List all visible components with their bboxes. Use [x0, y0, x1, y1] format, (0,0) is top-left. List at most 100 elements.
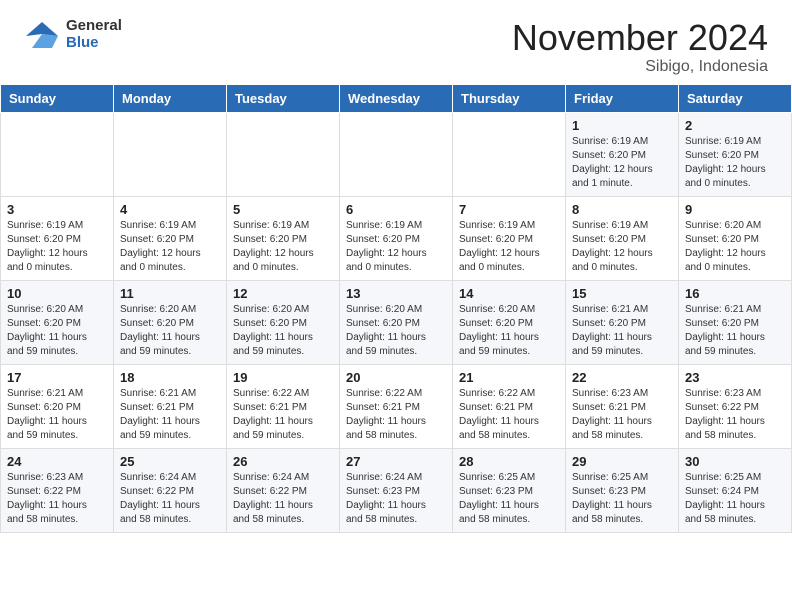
calendar-cell: 1 Sunrise: 6:19 AM Sunset: 6:20 PM Daylig… [566, 112, 679, 196]
calendar-cell: 10 Sunrise: 6:20 AM Sunset: 6:20 PM Dayli… [1, 280, 114, 364]
day-info: Sunrise: 6:19 AM Sunset: 6:20 PM Dayligh… [346, 219, 446, 275]
day-number: 29 [572, 454, 672, 469]
day-number: 18 [120, 370, 220, 385]
calendar-cell: 7Sunrise: 6:19 AM Sunset: 6:20 PM Daylig… [453, 196, 566, 280]
calendar-table: SundayMondayTuesdayWednesdayThursdayFrid… [0, 84, 792, 533]
logo: General Blue [24, 18, 122, 51]
day-info: Sunrise: 6:24 AM Sunset: 6:22 PM Dayligh… [120, 471, 220, 527]
day-info: Sunrise: 6:25 AM Sunset: 6:23 PM Dayligh… [459, 471, 559, 527]
calendar-cell: 23Sunrise: 6:23 AM Sunset: 6:22 PM Dayli… [679, 364, 792, 448]
day-number: 7 [459, 202, 559, 217]
day-info: Sunrise: 6:20 AM Sunset: 6:20 PM Dayligh… [459, 303, 559, 359]
day-info: Sunrise: 6:19 AM Sunset: 6:20 PM Dayligh… [7, 219, 107, 275]
day-info: Sunrise: 6:19 AM Sunset: 6:20 PM Dayligh… [572, 135, 672, 191]
day-number: 11 [120, 286, 220, 301]
calendar-cell: 4 Sunrise: 6:19 AM Sunset: 6:20 PM Daylig… [114, 196, 227, 280]
location-label: Sibigo, Indonesia [512, 58, 768, 76]
day-number: 1 [572, 118, 672, 133]
day-info: Sunrise: 6:22 AM Sunset: 6:21 PM Dayligh… [233, 387, 333, 443]
day-number: 28 [459, 454, 559, 469]
day-info: Sunrise: 6:19 AM Sunset: 6:20 PM Dayligh… [233, 219, 333, 275]
calendar-cell: 3Sunrise: 6:19 AM Sunset: 6:20 PM Daylig… [1, 196, 114, 280]
calendar-cell: 8 Sunrise: 6:19 AM Sunset: 6:20 PM Daylig… [566, 196, 679, 280]
calendar-cell: 5 Sunrise: 6:19 AM Sunset: 6:20 PM Daylig… [227, 196, 340, 280]
day-number: 16 [685, 286, 785, 301]
calendar-cell: 12Sunrise: 6:20 AM Sunset: 6:20 PM Dayli… [227, 280, 340, 364]
calendar-cell [227, 112, 340, 196]
calendar-cell: 26Sunrise: 6:24 AM Sunset: 6:22 PM Dayli… [227, 448, 340, 532]
day-info: Sunrise: 6:24 AM Sunset: 6:22 PM Dayligh… [233, 471, 333, 527]
calendar-week-row: 17 Sunrise: 6:21 AM Sunset: 6:20 PM Dayli… [1, 364, 792, 448]
logo-text: General Blue [66, 18, 122, 51]
calendar-cell: 25 Sunrise: 6:24 AM Sunset: 6:22 PM Dayli… [114, 448, 227, 532]
weekday-header-thursday: Thursday [453, 84, 566, 112]
calendar-cell [114, 112, 227, 196]
calendar-cell: 2Sunrise: 6:19 AM Sunset: 6:20 PM Daylig… [679, 112, 792, 196]
logo-general-label: General [66, 18, 122, 35]
day-number: 21 [459, 370, 559, 385]
calendar-week-row: 3Sunrise: 6:19 AM Sunset: 6:20 PM Daylig… [1, 196, 792, 280]
day-number: 25 [120, 454, 220, 469]
day-number: 14 [459, 286, 559, 301]
calendar-cell [453, 112, 566, 196]
calendar-week-row: 10 Sunrise: 6:20 AM Sunset: 6:20 PM Dayli… [1, 280, 792, 364]
day-info: Sunrise: 6:20 AM Sunset: 6:20 PM Dayligh… [346, 303, 446, 359]
day-info: Sunrise: 6:22 AM Sunset: 6:21 PM Dayligh… [459, 387, 559, 443]
day-number: 15 [572, 286, 672, 301]
calendar-cell [1, 112, 114, 196]
day-number: 13 [346, 286, 446, 301]
calendar-cell: 6 Sunrise: 6:19 AM Sunset: 6:20 PM Daylig… [340, 196, 453, 280]
weekday-header-wednesday: Wednesday [340, 84, 453, 112]
day-info: Sunrise: 6:23 AM Sunset: 6:22 PM Dayligh… [685, 387, 785, 443]
weekday-header-monday: Monday [114, 84, 227, 112]
day-number: 22 [572, 370, 672, 385]
title-block: November 2024 Sibigo, Indonesia [512, 18, 768, 76]
day-number: 17 [7, 370, 107, 385]
day-info: Sunrise: 6:23 AM Sunset: 6:21 PM Dayligh… [572, 387, 672, 443]
day-info: Sunrise: 6:21 AM Sunset: 6:20 PM Dayligh… [7, 387, 107, 443]
calendar-cell: 15 Sunrise: 6:21 AM Sunset: 6:20 PM Dayli… [566, 280, 679, 364]
day-info: Sunrise: 6:25 AM Sunset: 6:23 PM Dayligh… [572, 471, 672, 527]
weekday-header-sunday: Sunday [1, 84, 114, 112]
day-number: 8 [572, 202, 672, 217]
day-number: 10 [7, 286, 107, 301]
day-number: 5 [233, 202, 333, 217]
calendar-cell: 29 Sunrise: 6:25 AM Sunset: 6:23 PM Dayli… [566, 448, 679, 532]
day-number: 9 [685, 202, 785, 217]
calendar-cell: 17 Sunrise: 6:21 AM Sunset: 6:20 PM Dayli… [1, 364, 114, 448]
day-info: Sunrise: 6:24 AM Sunset: 6:23 PM Dayligh… [346, 471, 446, 527]
calendar-cell: 28 Sunrise: 6:25 AM Sunset: 6:23 PM Dayli… [453, 448, 566, 532]
day-number: 6 [346, 202, 446, 217]
day-info: Sunrise: 6:21 AM Sunset: 6:20 PM Dayligh… [572, 303, 672, 359]
calendar-cell [340, 112, 453, 196]
day-info: Sunrise: 6:21 AM Sunset: 6:21 PM Dayligh… [120, 387, 220, 443]
month-title: November 2024 [512, 18, 768, 58]
calendar-cell: 22 Sunrise: 6:23 AM Sunset: 6:21 PM Dayli… [566, 364, 679, 448]
day-info: Sunrise: 6:20 AM Sunset: 6:20 PM Dayligh… [685, 219, 785, 275]
day-info: Sunrise: 6:19 AM Sunset: 6:20 PM Dayligh… [120, 219, 220, 275]
calendar-cell: 24 Sunrise: 6:23 AM Sunset: 6:22 PM Dayli… [1, 448, 114, 532]
day-number: 30 [685, 454, 785, 469]
calendar-cell: 14 Sunrise: 6:20 AM Sunset: 6:20 PM Dayli… [453, 280, 566, 364]
logo-blue-label: Blue [66, 35, 122, 52]
day-info: Sunrise: 6:20 AM Sunset: 6:20 PM Dayligh… [233, 303, 333, 359]
day-number: 27 [346, 454, 446, 469]
calendar-cell: 9 Sunrise: 6:20 AM Sunset: 6:20 PM Daylig… [679, 196, 792, 280]
day-number: 2 [685, 118, 785, 133]
day-number: 20 [346, 370, 446, 385]
day-number: 4 [120, 202, 220, 217]
page-header: General Blue November 2024 Sibigo, Indon… [0, 0, 792, 84]
day-info: Sunrise: 6:19 AM Sunset: 6:20 PM Dayligh… [572, 219, 672, 275]
weekday-header-tuesday: Tuesday [227, 84, 340, 112]
calendar-week-row: 1 Sunrise: 6:19 AM Sunset: 6:20 PM Daylig… [1, 112, 792, 196]
day-info: Sunrise: 6:25 AM Sunset: 6:24 PM Dayligh… [685, 471, 785, 527]
day-number: 24 [7, 454, 107, 469]
logo-icon [24, 20, 60, 50]
calendar-cell: 11Sunrise: 6:20 AM Sunset: 6:20 PM Dayli… [114, 280, 227, 364]
day-info: Sunrise: 6:20 AM Sunset: 6:20 PM Dayligh… [7, 303, 107, 359]
calendar-cell: 27 Sunrise: 6:24 AM Sunset: 6:23 PM Dayli… [340, 448, 453, 532]
calendar-week-row: 24 Sunrise: 6:23 AM Sunset: 6:22 PM Dayli… [1, 448, 792, 532]
weekday-header-friday: Friday [566, 84, 679, 112]
calendar-cell: 30 Sunrise: 6:25 AM Sunset: 6:24 PM Dayli… [679, 448, 792, 532]
day-info: Sunrise: 6:23 AM Sunset: 6:22 PM Dayligh… [7, 471, 107, 527]
